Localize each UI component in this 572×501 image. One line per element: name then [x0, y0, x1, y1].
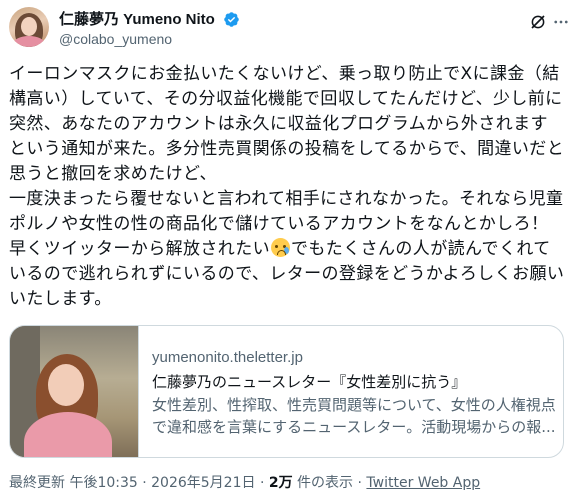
source-link[interactable]: Twitter Web App — [366, 475, 480, 491]
display-name[interactable]: 仁藤夢乃 Yumeno Nito — [59, 10, 215, 29]
card-description-line2: で違和感を言葉にするニュースレター。活動現場からの報... — [152, 418, 556, 436]
card-domain: yumenonito.theletter.jp — [152, 349, 303, 366]
views-count: 2万 — [268, 475, 293, 491]
verified-badge-icon — [224, 12, 239, 27]
user-handle[interactable]: @colabo_yumeno — [59, 30, 240, 49]
views-label: 件の表示 · — [292, 475, 367, 491]
tweet-header: 仁藤夢乃 Yumeno Nito @colabo_yumeno — [9, 7, 568, 51]
grok-glyph — [531, 15, 545, 29]
link-card[interactable]: yumenonito.theletter.jp 仁藤夢乃のニュースレター『女性差… — [9, 325, 564, 458]
grok-icon[interactable] — [527, 11, 549, 33]
card-description: 女性差別、性搾取、性売買問題等について、女性の人権視点 で違和感を言葉にするニュ… — [152, 394, 563, 438]
tweet-text-part1: イーロンマスクにお金払いたくないけど、乗っ取り防止でXに課金（結構高い）していて… — [9, 64, 565, 259]
card-description-line1: 女性差別、性搾取、性売買問題等について、女性の人権視点 — [152, 396, 556, 414]
crying-face-emoji — [271, 238, 290, 257]
more-icon[interactable] — [550, 11, 572, 33]
tweet-text: イーロンマスクにお金払いたくないけど、乗っ取り防止でXに課金（結構高い）していて… — [9, 62, 565, 312]
tweet-meta: 最終更新 午後10:35 · 2026年5月21日 · 2万 件の表示 · Tw… — [9, 473, 480, 493]
timestamp[interactable]: 最終更新 午後10:35 · 2026年5月21日 · — [9, 475, 269, 491]
card-thumbnail[interactable] — [10, 326, 139, 457]
author-names: 仁藤夢乃 Yumeno Nito @colabo_yumeno — [59, 9, 240, 49]
avatar[interactable] — [9, 7, 49, 47]
ellipsis-glyph — [554, 20, 568, 24]
card-body[interactable]: yumenonito.theletter.jp 仁藤夢乃のニュースレター『女性差… — [139, 326, 563, 457]
card-title: 仁藤夢乃のニュースレター『女性差別に抗う』 — [152, 373, 467, 391]
